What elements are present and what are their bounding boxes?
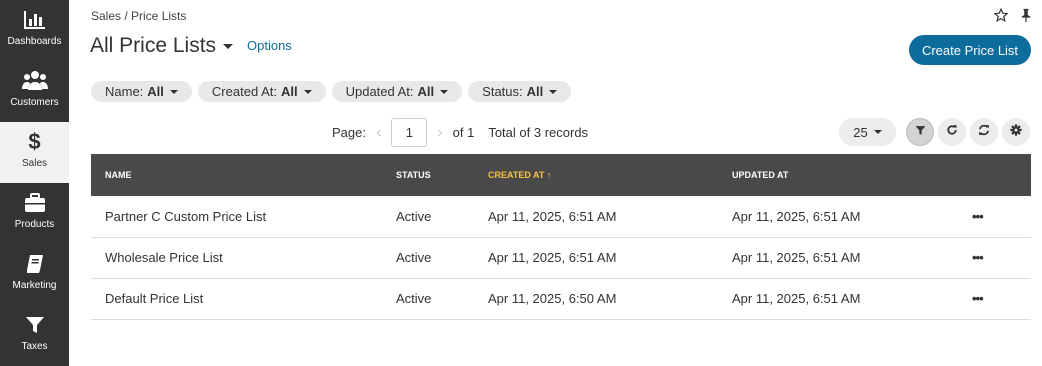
caret-down-icon[interactable] bbox=[223, 43, 234, 49]
briefcase-icon bbox=[24, 191, 46, 215]
sidebar-item-taxes[interactable]: Taxes bbox=[0, 305, 69, 366]
cell-name: Default Price List bbox=[91, 278, 396, 320]
column-header-label: CREATED AT bbox=[488, 170, 545, 180]
cell-status: Active bbox=[396, 237, 488, 279]
column-header-actions bbox=[972, 154, 1031, 196]
filter-updated-at[interactable]: Updated At: All bbox=[331, 81, 463, 102]
cell-updated-at: Apr 11, 2025, 6:51 AM bbox=[732, 278, 972, 320]
funnel-icon bbox=[25, 313, 45, 337]
filter-value: All bbox=[526, 84, 544, 99]
sidebar-item-sales[interactable]: $ Sales bbox=[0, 122, 69, 183]
table-row[interactable]: Wholesale Price List Active Apr 11, 2025… bbox=[91, 237, 1031, 279]
table-header-row: NAME STATUS CREATED AT ↑ UPDATED AT bbox=[91, 154, 1031, 196]
filter-label: Updated At: bbox=[345, 84, 414, 99]
sidebar: Dashboards Customers $ Sales Products Ma… bbox=[0, 0, 69, 366]
cell-created-at: Apr 11, 2025, 6:51 AM bbox=[488, 237, 732, 279]
chevron-left-icon[interactable]: ‹ bbox=[376, 124, 381, 142]
caret-down-icon bbox=[169, 89, 178, 94]
sidebar-item-label: Dashboards bbox=[7, 36, 62, 47]
column-header-status[interactable]: STATUS bbox=[396, 154, 488, 196]
filter-value: All bbox=[147, 84, 164, 99]
breadcrumb: Sales / Price Lists bbox=[91, 9, 187, 23]
caret-down-icon bbox=[873, 130, 882, 134]
filter-label: Status: bbox=[482, 84, 523, 99]
sync-icon bbox=[978, 123, 990, 141]
sidebar-item-label: Marketing bbox=[12, 280, 57, 291]
cell-created-at: Apr 11, 2025, 6:50 AM bbox=[488, 278, 732, 320]
row-actions-ellipsis-icon[interactable]: ••• bbox=[972, 278, 1031, 320]
cell-name: Wholesale Price List bbox=[91, 237, 396, 279]
bar-chart-icon bbox=[23, 8, 46, 32]
row-actions-ellipsis-icon[interactable]: ••• bbox=[972, 196, 1031, 238]
page-label: Page: bbox=[332, 125, 366, 140]
funnel-icon bbox=[915, 123, 926, 141]
filter-value: All bbox=[417, 84, 435, 99]
options-link[interactable]: Options bbox=[247, 38, 292, 53]
sidebar-item-products[interactable]: Products bbox=[0, 183, 69, 244]
refresh-icon bbox=[946, 123, 958, 141]
book-icon bbox=[25, 252, 45, 276]
cell-updated-at: Apr 11, 2025, 6:51 AM bbox=[732, 237, 972, 279]
settings-button[interactable] bbox=[1002, 118, 1030, 146]
caret-down-icon bbox=[440, 89, 449, 94]
sidebar-item-marketing[interactable]: Marketing bbox=[0, 244, 69, 305]
reset-button[interactable] bbox=[970, 118, 998, 146]
pagination: Page: ‹ › of 1 Total of 3 records bbox=[332, 118, 588, 147]
pin-icon[interactable] bbox=[1020, 8, 1032, 27]
column-header-name[interactable]: NAME bbox=[91, 154, 396, 196]
column-header-updated-at[interactable]: UPDATED AT bbox=[732, 154, 972, 196]
caret-down-icon bbox=[303, 89, 312, 94]
cell-name: Partner C Custom Price List bbox=[91, 196, 396, 238]
filter-bar: Name: All Created At: All Updated At: All S… bbox=[91, 81, 572, 102]
table-row[interactable]: Default Price List Active Apr 11, 2025, … bbox=[91, 278, 1031, 320]
sidebar-item-dashboards[interactable]: Dashboards bbox=[0, 0, 69, 61]
dollar-icon: $ bbox=[28, 129, 41, 154]
sidebar-item-label: Taxes bbox=[21, 341, 48, 352]
sidebar-item-customers[interactable]: Customers bbox=[0, 61, 69, 122]
filter-value: All bbox=[280, 84, 298, 99]
filter-label: Name: bbox=[105, 84, 144, 99]
per-page-select[interactable]: 25 bbox=[839, 118, 896, 146]
cell-status: Active bbox=[396, 278, 488, 320]
chevron-right-icon[interactable]: › bbox=[437, 124, 442, 142]
sidebar-item-label: Customers bbox=[10, 97, 59, 108]
sidebar-item-label: Products bbox=[14, 219, 55, 230]
price-lists-table: NAME STATUS CREATED AT ↑ UPDATED AT Part… bbox=[91, 154, 1031, 320]
filter-toggle-button[interactable] bbox=[906, 118, 934, 146]
caret-down-icon bbox=[549, 89, 558, 94]
page-count: of 1 bbox=[452, 125, 475, 140]
filter-created-at[interactable]: Created At: All bbox=[197, 81, 326, 102]
filter-name[interactable]: Name: All bbox=[91, 81, 192, 102]
filter-status[interactable]: Status: All bbox=[468, 81, 572, 102]
column-header-created-at[interactable]: CREATED AT ↑ bbox=[488, 154, 732, 196]
total-records: Total of 3 records bbox=[488, 125, 589, 140]
create-price-list-button[interactable]: Create Price List bbox=[909, 35, 1031, 65]
page-title-row[interactable]: All Price Lists bbox=[90, 34, 234, 58]
page-number-input[interactable] bbox=[391, 118, 428, 147]
users-icon bbox=[21, 69, 48, 93]
star-icon[interactable] bbox=[993, 7, 1009, 27]
per-page-value: 25 bbox=[853, 124, 868, 140]
gear-icon bbox=[1010, 123, 1022, 141]
table-row[interactable]: Partner C Custom Price List Active Apr 1… bbox=[91, 196, 1031, 238]
cell-created-at: Apr 11, 2025, 6:51 AM bbox=[488, 196, 732, 238]
cell-updated-at: Apr 11, 2025, 6:51 AM bbox=[732, 196, 972, 238]
refresh-button[interactable] bbox=[938, 118, 966, 146]
filter-label: Created At: bbox=[211, 84, 277, 99]
page-title: All Price Lists bbox=[90, 34, 217, 57]
sidebar-item-label: Sales bbox=[21, 158, 47, 169]
sort-asc-icon: ↑ bbox=[546, 170, 552, 180]
cell-status: Active bbox=[396, 196, 488, 238]
row-actions-ellipsis-icon[interactable]: ••• bbox=[972, 237, 1031, 279]
top-actions bbox=[993, 7, 1032, 27]
